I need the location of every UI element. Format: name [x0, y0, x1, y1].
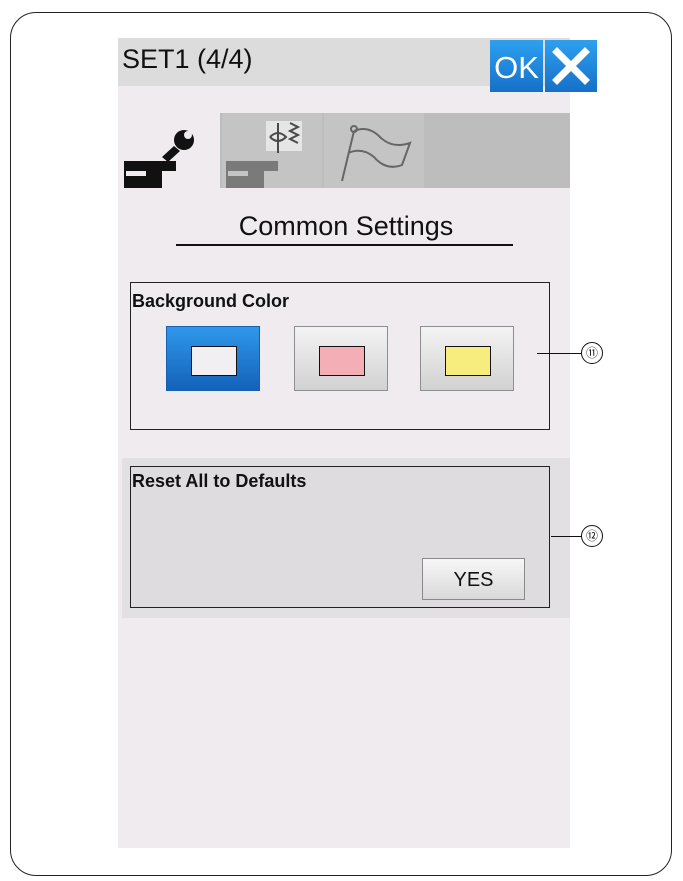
tab-strip [118, 113, 570, 188]
close-icon [552, 47, 590, 85]
machine-wrench-icon [124, 130, 194, 188]
white-swatch [191, 346, 237, 376]
lcd-screen: SET1 (4/4) OK Common Settings Background… [118, 38, 597, 848]
background-color-label: Background Color [132, 291, 290, 311]
tab-stitch-settings[interactable] [222, 113, 322, 188]
tab-empty [426, 113, 570, 188]
reset-label: Reset All to Defaults [132, 471, 307, 491]
tab-language[interactable] [324, 113, 424, 188]
color-option-yellow[interactable] [420, 326, 514, 391]
callout-line-11 [537, 353, 581, 354]
flag-icon [341, 125, 412, 182]
callout-11: ⑪ [581, 342, 603, 364]
machine-stitch-icon [226, 121, 302, 188]
callout-line-12 [551, 536, 581, 537]
callout-12: ⑫ [581, 525, 603, 547]
reset-yes-button[interactable]: YES [422, 558, 525, 600]
cancel-button[interactable] [545, 40, 597, 92]
screen-title: SET1 (4/4) [122, 44, 253, 74]
page-heading: Common Settings [238, 211, 454, 241]
ok-button[interactable]: OK [490, 40, 543, 92]
color-option-white[interactable] [166, 326, 260, 391]
tab-common-settings[interactable] [118, 113, 220, 188]
pink-swatch [319, 346, 365, 376]
color-option-pink[interactable] [294, 326, 388, 391]
yellow-swatch [445, 346, 491, 376]
heading-underline [176, 244, 513, 246]
